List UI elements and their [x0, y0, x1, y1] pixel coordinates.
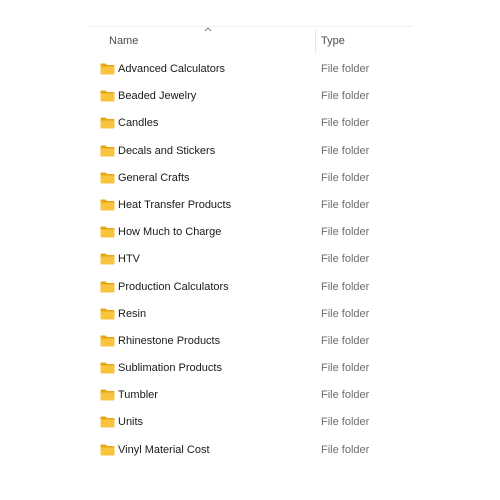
name-column-label: Name — [109, 35, 139, 47]
list-item[interactable]: Vinyl Material Cost File folder — [88, 438, 413, 465]
list-item[interactable]: Tumbler File folder — [88, 383, 413, 410]
folder-name: General Crafts — [118, 171, 190, 184]
list-item[interactable]: General Crafts File folder — [88, 166, 413, 193]
folder-name: HTV — [118, 253, 140, 266]
list-item[interactable]: Decals and Stickers File folder — [88, 139, 413, 166]
folder-icon — [100, 226, 115, 238]
folder-type: File folder — [321, 416, 370, 429]
folder-icon — [100, 335, 115, 347]
folder-icon — [100, 63, 115, 75]
chevron-up-icon — [204, 27, 212, 32]
type-column-header[interactable]: Type — [316, 27, 413, 54]
folder-name: Units — [118, 416, 144, 429]
folder-type: File folder — [321, 362, 370, 375]
list-item[interactable]: How Much to Charge File folder — [88, 220, 413, 247]
folder-icon — [100, 308, 115, 320]
folder-type: File folder — [321, 63, 370, 75]
list-item[interactable]: Production Calculators File folder — [88, 275, 413, 302]
folder-name: Decals and Stickers — [118, 144, 216, 157]
list-item[interactable]: Advanced Calculators File folder — [88, 57, 413, 84]
folder-name: Resin — [118, 307, 147, 320]
folder-type: File folder — [321, 171, 370, 184]
folder-type: File folder — [321, 198, 370, 211]
folder-type: File folder — [321, 90, 370, 103]
folder-icon — [100, 362, 115, 374]
folder-name: Production Calculators — [118, 280, 229, 293]
folder-list: Advanced Calculators File folder Beaded Je… — [88, 57, 413, 465]
folder-type: File folder — [321, 307, 370, 320]
list-item[interactable]: Rhinestone Products File folder — [88, 329, 413, 356]
folder-type: File folder — [321, 334, 370, 347]
column-header-row: Name Type — [88, 26, 413, 55]
folder-name: Tumbler — [118, 389, 158, 402]
folder-icon — [100, 117, 115, 129]
folder-name: Rhinestone Products — [118, 334, 221, 347]
folder-name: Advanced Calculators — [118, 63, 226, 75]
folder-type: File folder — [321, 389, 370, 402]
folder-icon — [100, 90, 115, 102]
folder-icon — [100, 145, 115, 157]
folder-icon — [100, 172, 115, 184]
folder-icon — [100, 416, 115, 428]
folder-type: File folder — [321, 117, 370, 130]
folder-name: Heat Transfer Products — [118, 198, 232, 211]
folder-icon — [100, 199, 115, 211]
folder-name: How Much to Charge — [118, 226, 222, 239]
file-list-view: Name Type Advanced Calculators File folde… — [88, 26, 413, 466]
list-item[interactable]: Sublimation Products File folder — [88, 356, 413, 383]
list-item[interactable]: Resin File folder — [88, 302, 413, 329]
folder-type: File folder — [321, 443, 370, 456]
folder-type: File folder — [321, 226, 370, 239]
folder-name: Beaded Jewelry — [118, 90, 197, 103]
list-item[interactable]: Units File folder — [88, 410, 413, 437]
type-column-label: Type — [321, 35, 345, 47]
list-item[interactable]: Beaded Jewelry File folder — [88, 84, 413, 111]
folder-icon — [100, 389, 115, 401]
folder-type: File folder — [321, 144, 370, 157]
folder-type: File folder — [321, 280, 370, 293]
list-item[interactable]: Heat Transfer Products File folder — [88, 193, 413, 220]
folder-icon — [100, 444, 115, 456]
folder-name: Sublimation Products — [118, 362, 222, 375]
folder-icon — [100, 281, 115, 292]
folder-icon — [100, 253, 115, 265]
list-item[interactable]: HTV File folder — [88, 247, 413, 274]
folder-name: Candles — [118, 117, 159, 130]
folder-name: Vinyl Material Cost — [118, 443, 210, 456]
folder-type: File folder — [321, 253, 370, 266]
list-item[interactable]: Candles File folder — [88, 111, 413, 138]
name-column-header[interactable]: Name — [88, 27, 314, 54]
